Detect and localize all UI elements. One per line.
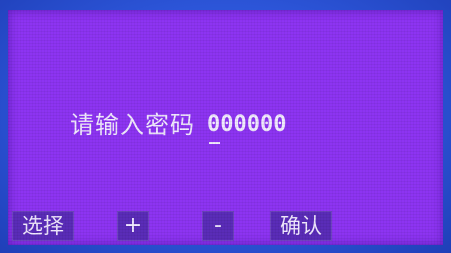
password-value: 000000: [207, 112, 287, 137]
confirm-button[interactable]: 确认: [270, 211, 332, 241]
select-button[interactable]: 选择: [12, 211, 74, 241]
decrement-button[interactable]: -: [202, 211, 234, 241]
lcd-screen: 请输入密码 000000 选择 + - 确认: [8, 10, 443, 245]
device-bezel: 请输入密码 000000 选择 + - 确认: [0, 0, 451, 253]
increment-button[interactable]: +: [117, 211, 149, 241]
text-cursor: [209, 142, 220, 144]
password-prompt-label: 请输入密码: [70, 111, 195, 139]
password-prompt-row: 请输入密码 000000: [70, 110, 287, 144]
password-field[interactable]: 000000: [207, 110, 287, 144]
